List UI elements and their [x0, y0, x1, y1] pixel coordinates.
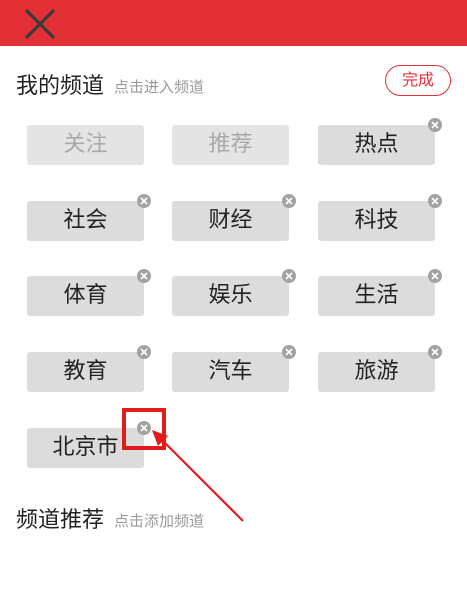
remove-channel-button[interactable]	[428, 345, 442, 359]
annotation-highlight-box	[122, 408, 166, 450]
channel-chip[interactable]: 热点	[318, 118, 442, 165]
channel-chip[interactable]: 社会	[27, 194, 151, 241]
remove-x-icon	[285, 197, 293, 205]
remove-channel-button[interactable]	[428, 194, 442, 208]
channel-chip-label: 热点	[354, 132, 399, 157]
remove-x-icon	[431, 272, 439, 280]
channel-chip-label: 关注	[63, 132, 108, 157]
channel-chip[interactable]: 旅游	[318, 345, 442, 392]
channel-chip[interactable]: 娱乐	[172, 269, 296, 316]
channel-chip[interactable]: 推荐	[172, 125, 289, 165]
remove-channel-button[interactable]	[137, 345, 151, 359]
channel-chip-label: 推荐	[208, 132, 253, 157]
channel-chip-label: 教育	[63, 359, 108, 384]
channel-chip-label: 汽车	[208, 359, 253, 384]
remove-x-icon	[431, 197, 439, 205]
channel-chip-label: 娱乐	[208, 283, 253, 308]
channel-chip[interactable]: 教育	[27, 345, 151, 392]
recommended-channels-title: 频道推荐	[16, 508, 105, 533]
channel-chip[interactable]: 体育	[27, 269, 151, 316]
remove-channel-button[interactable]	[282, 269, 296, 283]
channel-chip-label: 旅游	[354, 359, 399, 384]
channel-chip-label: 财经	[208, 208, 253, 233]
channel-chip[interactable]: 汽车	[172, 345, 296, 392]
channel-chip[interactable]: 生活	[318, 269, 442, 316]
channel-chip-label: 科技	[354, 208, 399, 233]
channel-chip-label: 社会	[63, 208, 108, 233]
remove-x-icon	[431, 121, 439, 129]
remove-channel-button[interactable]	[282, 345, 296, 359]
channel-chip-label: 体育	[63, 283, 108, 308]
channel-chip-label: 生活	[354, 283, 399, 308]
remove-x-icon	[140, 348, 148, 356]
remove-x-icon	[431, 348, 439, 356]
remove-x-icon	[285, 272, 293, 280]
channel-chip[interactable]: 财经	[172, 194, 296, 241]
remove-x-icon	[140, 197, 148, 205]
channel-chip-label: 北京市	[52, 435, 119, 460]
remove-channel-button[interactable]	[282, 194, 296, 208]
remove-channel-button[interactable]	[137, 194, 151, 208]
channel-chip[interactable]: 科技	[318, 194, 442, 241]
recommended-channels-hint: 点击添加频道	[114, 512, 205, 530]
channel-chip[interactable]: 关注	[27, 125, 144, 165]
remove-channel-button[interactable]	[428, 269, 442, 283]
remove-channel-button[interactable]	[137, 269, 151, 283]
remove-x-icon	[285, 348, 293, 356]
remove-channel-button[interactable]	[428, 118, 442, 132]
remove-x-icon	[140, 272, 148, 280]
